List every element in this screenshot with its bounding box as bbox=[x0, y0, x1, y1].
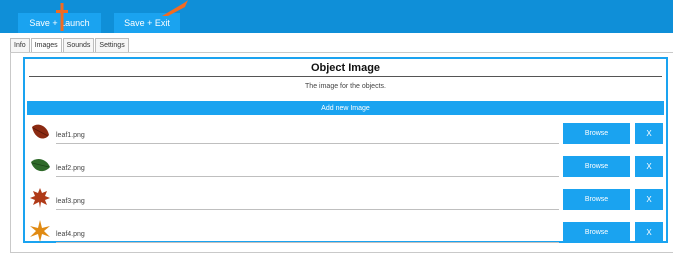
browse-button[interactable]: Browse bbox=[563, 222, 630, 243]
panel-description: The image for the objects. bbox=[305, 83, 386, 90]
image-filename: leaf2.png bbox=[56, 165, 85, 172]
panel-title: Object Image bbox=[310, 62, 381, 74]
tab-images[interactable]: Images bbox=[30, 38, 62, 52]
tab-divider bbox=[10, 52, 673, 53]
content-bottom-border bbox=[10, 252, 673, 253]
brown-leaf-icon bbox=[32, 124, 49, 139]
save-exit-button[interactable]: Save + Exit bbox=[114, 13, 180, 33]
row-underline bbox=[56, 209, 559, 210]
tab-bar: Info Images Sounds Settings bbox=[10, 38, 130, 52]
title-divider bbox=[29, 76, 662, 77]
image-filename: leaf4.png bbox=[56, 231, 85, 238]
image-row: leaf1.png Browse X bbox=[25, 119, 666, 149]
add-image-button[interactable]: Add new Image bbox=[27, 101, 664, 115]
arrow-annotation-icon bbox=[162, 0, 188, 16]
object-image-panel: Object Image The image for the objects. … bbox=[23, 57, 668, 243]
star-leaf-icon bbox=[30, 220, 50, 242]
browse-button[interactable]: Browse bbox=[563, 189, 630, 210]
remove-button[interactable]: X bbox=[635, 123, 663, 144]
remove-button[interactable]: X bbox=[635, 222, 663, 243]
browse-button[interactable]: Browse bbox=[563, 123, 630, 144]
tab-info[interactable]: Info bbox=[10, 38, 30, 52]
top-toolbar: Save + Launch Save + Exit bbox=[0, 0, 673, 33]
remove-button[interactable]: X bbox=[635, 156, 663, 177]
tab-sounds[interactable]: Sounds bbox=[62, 38, 95, 52]
tab-settings[interactable]: Settings bbox=[95, 38, 129, 52]
image-filename: leaf3.png bbox=[56, 198, 85, 205]
green-leaf-icon bbox=[31, 159, 50, 172]
remove-button[interactable]: X bbox=[635, 189, 663, 210]
row-underline bbox=[56, 143, 559, 144]
image-row: leaf2.png Browse X bbox=[25, 152, 666, 182]
image-filename: leaf1.png bbox=[56, 132, 85, 139]
content-border bbox=[10, 52, 11, 252]
row-underline bbox=[56, 176, 559, 177]
image-row: leaf4.png Browse X bbox=[25, 218, 666, 248]
row-underline bbox=[56, 242, 559, 243]
maple-leaf-icon bbox=[30, 188, 50, 208]
image-row: leaf3.png Browse X bbox=[25, 185, 666, 215]
plus-annotation-icon bbox=[56, 3, 68, 31]
browse-button[interactable]: Browse bbox=[563, 156, 630, 177]
